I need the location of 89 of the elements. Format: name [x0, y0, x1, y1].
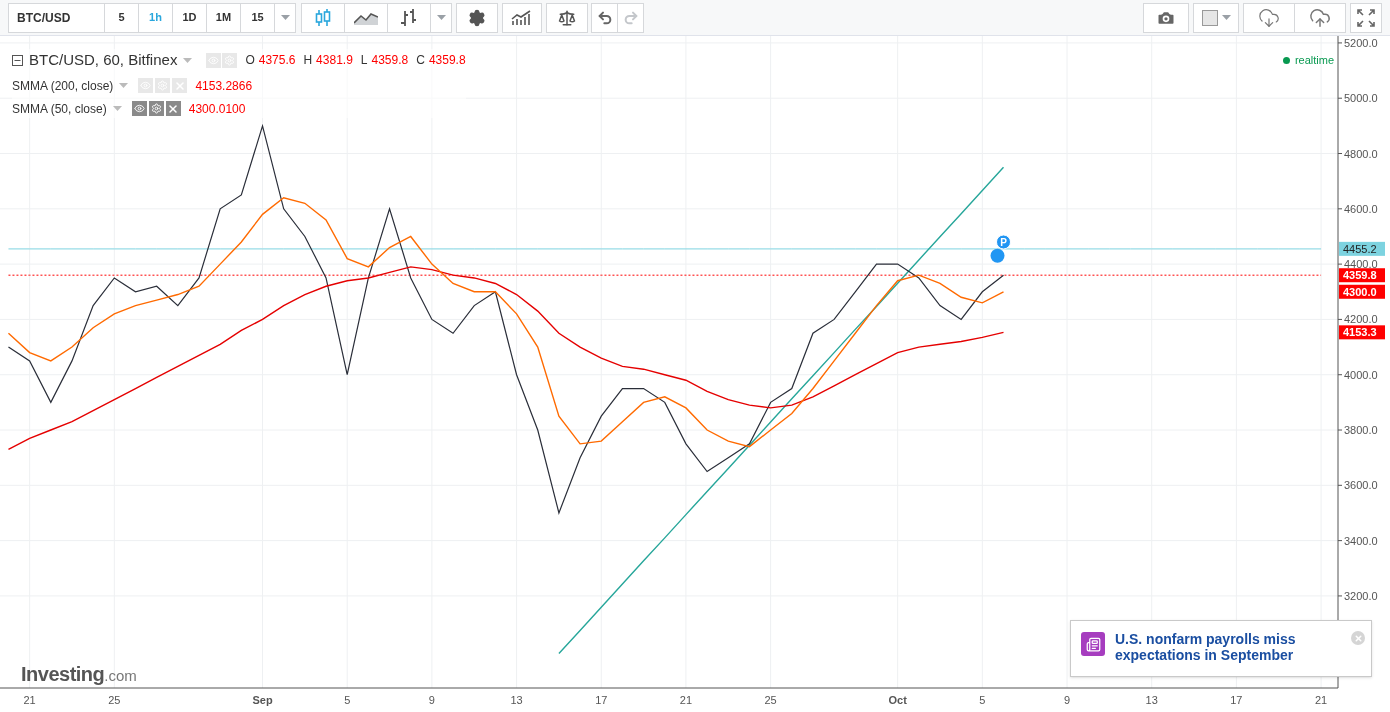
realtime-status: realtime [1294, 53, 1334, 68]
indicator-value: 4300.0100 [188, 100, 246, 118]
interval-button[interactable]: 1M [206, 2, 241, 33]
bar-chart-icon [511, 9, 533, 26]
symbol-field[interactable]: BTC/USD [8, 2, 106, 33]
load-button[interactable] [1243, 2, 1295, 33]
time-axis-label: 13 [510, 694, 523, 706]
caret-icon [112, 106, 122, 111]
chart-type-dropdown[interactable] [430, 2, 452, 33]
time-axis-label: 21 [23, 694, 36, 706]
color-swatch [1201, 9, 1218, 26]
indicator-name: SMMA (200, close) [12, 77, 114, 95]
ohlc-value: 4375.6 [258, 52, 296, 70]
eye-icon[interactable] [131, 101, 147, 116]
time-axis-label: 21 [1314, 694, 1328, 706]
time-axis-label: 13 [1145, 694, 1158, 706]
time-axis-label: 25 [764, 694, 777, 706]
ohlc-value: 4381.9 [316, 52, 353, 70]
time-axis-label: Oct [888, 694, 907, 706]
ohlc-key: C [416, 51, 425, 70]
symbol-title: BTC/USD, 60, Bitfinex [29, 50, 178, 70]
price-axis-label: 4400.0 [1344, 258, 1378, 271]
chart-type-button[interactable] [301, 2, 345, 33]
bar-ohlc-icon [399, 7, 419, 28]
cloud-download-icon [1258, 6, 1280, 29]
ohlc-key: H [303, 51, 313, 70]
compare-button[interactable] [546, 2, 588, 33]
investing-logo: Investing.com [21, 662, 137, 687]
time-axis-label: Sep [252, 694, 273, 706]
area-chart-icon [354, 10, 378, 25]
undo-icon [596, 9, 613, 26]
ohlc-value: 4359.8 [371, 52, 409, 70]
news-popup[interactable]: U.S. nonfarm payrolls miss expectations in September [1070, 620, 1372, 677]
time-axis-label: 25 [108, 694, 121, 706]
time-axis-label: 21 [679, 694, 693, 706]
time-axis-label: 5 [344, 694, 351, 706]
settings-icon[interactable] [148, 101, 164, 116]
chart-type-button[interactable] [344, 2, 388, 33]
color-dropdown[interactable] [1193, 2, 1239, 33]
fullscreen-icon [1357, 8, 1375, 27]
redo-icon [622, 9, 639, 26]
price-axis-label: 3400.0 [1344, 534, 1378, 547]
collapse-icon[interactable] [12, 54, 23, 66]
price-axis-label: 5000.0 [1344, 92, 1378, 105]
interval-button[interactable]: 5 [104, 2, 139, 33]
ohlc-key: O [245, 51, 255, 70]
caret-icon [119, 83, 129, 88]
save-button[interactable] [1294, 2, 1346, 33]
screenshot-button[interactable] [1143, 2, 1189, 33]
settings-icon [468, 8, 486, 27]
interval-button[interactable]: 1D [172, 2, 207, 33]
indicator-name: SMMA (50, close) [12, 100, 107, 118]
price-axis-label: 3800.0 [1344, 424, 1378, 436]
caret-icon [183, 57, 193, 63]
fullscreen-button[interactable] [1350, 2, 1382, 33]
caret-icon [280, 15, 290, 20]
ohlc-key: L [360, 51, 368, 70]
time-axis-label: 17 [1230, 694, 1243, 706]
indicators-button[interactable] [502, 2, 542, 33]
price-axis-label: 4600.0 [1344, 202, 1378, 215]
time-axis-label: 9 [428, 694, 435, 706]
settings-button[interactable] [456, 2, 498, 33]
close-icon[interactable] [165, 101, 181, 116]
ohlc-value: 4359.8 [428, 52, 466, 70]
candlestick-icon [314, 7, 332, 28]
price-axis-label: 4000.0 [1344, 368, 1378, 381]
price-axis-label: 4800.0 [1344, 147, 1378, 160]
price-axis-label: 3200.0 [1344, 589, 1378, 602]
indicator-value: 4153.2866 [195, 77, 253, 95]
scale-icon [558, 8, 576, 27]
caret-icon [436, 15, 446, 20]
time-axis-label: 5 [979, 694, 986, 706]
price-axis-label: 3600.0 [1344, 479, 1378, 492]
price-tag: 4359.8 [1339, 268, 1385, 283]
price-axis-label: 5200.0 [1344, 36, 1378, 49]
interval-button[interactable]: 15 [240, 2, 275, 33]
time-axis-label: 17 [595, 694, 608, 706]
time-axis-label: 9 [1063, 694, 1071, 706]
interval-dropdown[interactable] [274, 2, 296, 33]
price-tag: 4153.3 [1339, 325, 1385, 340]
caret-icon [1221, 15, 1231, 20]
price-tag: 4455.2 [1339, 241, 1385, 256]
newspaper-icon [1081, 632, 1105, 656]
price-axis-label: 4200.0 [1344, 313, 1378, 326]
undo-button[interactable] [591, 2, 618, 33]
chart-type-button[interactable] [387, 2, 431, 33]
cloud-upload-icon [1309, 6, 1331, 29]
price-tag: 4300.0 [1339, 284, 1385, 299]
news-headline[interactable]: U.S. nonfarm payrolls miss expectations in September [1115, 631, 1315, 663]
